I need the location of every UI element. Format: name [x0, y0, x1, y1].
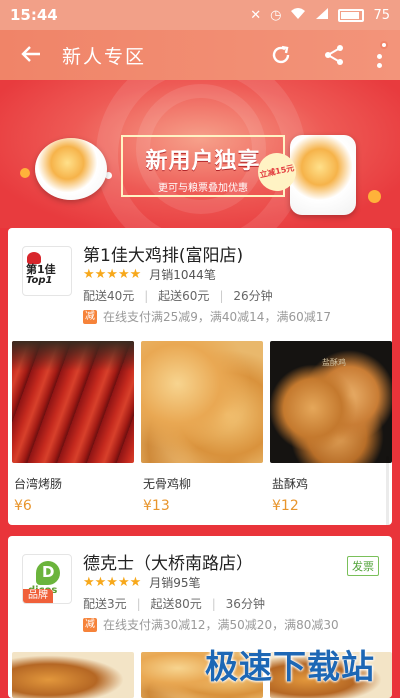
page-title: 新人专区 — [62, 45, 147, 68]
shop-card[interactable]: 第1佳 Top1 第1佳大鸡排(富阳店) ★★★★★ 月销1044笔 配送40元… — [8, 228, 392, 525]
food-plate-image — [35, 138, 107, 200]
shop-logo: D dicos 品牌 — [22, 554, 72, 604]
promo-row: 减 在线支付满30减12，满50减20，满80减30 — [83, 616, 339, 633]
brand-tag: 品牌 — [23, 589, 53, 603]
divider: | — [136, 597, 141, 611]
status-icons: ✕ ◷ 75 — [250, 7, 390, 24]
watermark: 极速下载站 — [205, 647, 375, 686]
banner-dot — [368, 190, 381, 203]
invoice-tag: 发票 — [347, 556, 379, 576]
dish-name: 台湾烤肠 — [14, 477, 63, 491]
nav-actions — [254, 30, 400, 80]
divider: | — [211, 597, 216, 611]
shop-logo: 第1佳 Top1 — [22, 246, 72, 296]
monthly-sales: 月销1044笔 — [149, 268, 216, 282]
dish-item[interactable]: 台湾烤肠 ¥6 — [12, 341, 134, 514]
delivery-info: 配送40元 | 起送60元 | 26分钟 — [83, 287, 283, 304]
dish-price: ¥13 — [143, 498, 170, 514]
monthly-sales: 月销95笔 — [149, 576, 201, 590]
shop-rating-row: ★★★★★ 月销1044笔 — [83, 266, 216, 283]
refresh-icon[interactable] — [254, 30, 307, 80]
star-rating-icon: ★★★★★ — [83, 267, 142, 282]
share-icon[interactable] — [307, 30, 360, 80]
status-time: 15:44 — [10, 6, 58, 24]
banner-subtitle: 更可与粮票叠加优惠 — [158, 183, 248, 194]
shop-name: 第1佳大鸡排(富阳店) — [83, 246, 244, 266]
promo-row: 减 在线支付满25减9，满40减14，满60减17 — [83, 308, 331, 325]
min-order: 起送60元 — [158, 289, 210, 303]
banner-dot — [20, 168, 30, 178]
shop-name: 德克士（大桥南路店） — [83, 554, 253, 574]
discount-badge: 减 — [83, 309, 97, 324]
promo-text: 在线支付满25减9，满40减14，满60减17 — [103, 310, 331, 324]
dish-image — [141, 341, 263, 463]
delivery-fee: 配送3元 — [83, 597, 127, 611]
promo-banner[interactable]: 新用户独享 更可与粮票叠加优惠 立减15元 — [0, 80, 400, 228]
promo-text: 在线支付满30减12，满50减20，满80减30 — [103, 618, 339, 632]
more-vertical-icon[interactable] — [360, 30, 400, 80]
battery-level: 75 — [373, 7, 390, 23]
battery-icon — [338, 8, 365, 22]
delivery-fee: 配送40元 — [83, 289, 135, 303]
divider: | — [219, 289, 224, 303]
dish-name: 盐酥鸡 — [272, 477, 309, 491]
more-dot — [377, 63, 382, 68]
back-arrow-icon[interactable] — [0, 30, 62, 80]
nav-bar: 新人专区 — [0, 30, 400, 80]
dish-image-label: 盐酥鸡 — [322, 358, 346, 367]
dish-list: 台湾烤肠 ¥6 无骨鸡柳 ¥13 盐酥鸡 盐酥鸡 ¥12 — [12, 341, 392, 514]
wifi-icon — [290, 7, 306, 24]
min-order: 起送80元 — [150, 597, 202, 611]
food-plate-image — [290, 135, 356, 215]
dish-price: ¥12 — [272, 498, 299, 514]
dish-item[interactable] — [12, 652, 134, 698]
discount-badge: 减 — [83, 617, 97, 632]
dish-price: ¥6 — [14, 498, 32, 514]
scrollbar[interactable] — [386, 456, 389, 525]
more-dot — [377, 54, 382, 59]
delivery-info: 配送3元 | 起送80元 | 36分钟 — [83, 595, 275, 612]
notification-dot-icon — [380, 41, 388, 49]
star-rating-icon: ★★★★★ — [83, 575, 142, 590]
divider: | — [144, 289, 149, 303]
dish-image — [12, 652, 134, 698]
delivery-time: 26分钟 — [233, 289, 273, 303]
logo-letter: D — [42, 563, 55, 581]
dish-image: 盐酥鸡 — [270, 341, 392, 463]
delivery-time: 36分钟 — [225, 597, 265, 611]
dish-item[interactable]: 盐酥鸡 盐酥鸡 ¥12 — [270, 341, 392, 514]
dish-item[interactable]: 无骨鸡柳 ¥13 — [141, 341, 263, 514]
shop-rating-row: ★★★★★ 月销95笔 — [83, 574, 201, 591]
signal-icon — [315, 7, 329, 24]
status-bar: 15:44 ✕ ◷ 75 — [0, 0, 400, 30]
dish-name: 无骨鸡柳 — [143, 477, 192, 491]
dish-image — [12, 341, 134, 463]
alarm-icon: ◷ — [270, 7, 282, 23]
mute-icon: ✕ — [250, 7, 262, 23]
logo-text: Top1 — [26, 275, 53, 286]
